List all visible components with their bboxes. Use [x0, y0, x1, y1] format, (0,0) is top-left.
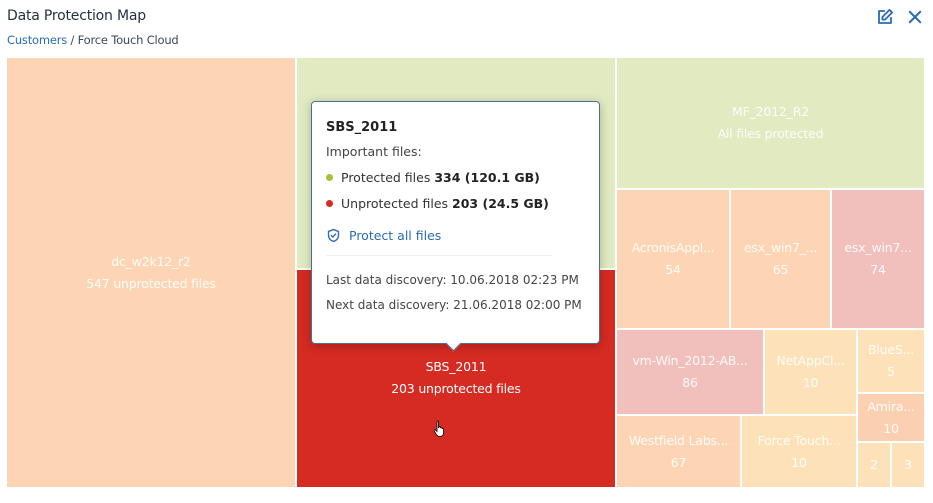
shield-check-icon — [327, 228, 340, 243]
treemap-tile[interactable]: AcronisAppl... 54 — [617, 190, 729, 328]
protected-files-row: Protected files 334 (120.1 GB) — [326, 170, 585, 185]
tile-name: NetAppCl... — [776, 353, 845, 368]
treemap-tile[interactable]: 2 — [858, 443, 890, 487]
protected-value: 334 (120.1 GB) — [434, 170, 540, 185]
unprotected-files-row: Unprotected files 203 (24.5 GB) — [326, 196, 585, 211]
tile-value: 67 — [670, 454, 687, 470]
tile-name: SBS_2011 — [425, 359, 487, 374]
breadcrumb: Customers / Force Touch Cloud — [7, 33, 179, 47]
hand-cursor-icon — [433, 420, 444, 438]
unprotected-dot-icon — [326, 200, 333, 207]
tile-name: esx_win7_... — [743, 240, 818, 255]
treemap-tile[interactable]: Westfield Labs... 67 — [617, 416, 740, 487]
protected-label: Protected files — [341, 170, 431, 185]
tile-value: 3 — [904, 457, 912, 472]
treemap-tile[interactable]: Amira... 10 — [858, 394, 924, 441]
tile-value: 10 — [802, 375, 819, 390]
tile-name: dc_w2k12_r2 — [111, 253, 191, 269]
page-title: Data Protection Map — [7, 8, 146, 24]
tile-name: Force Touch... — [757, 432, 841, 448]
tile-value: 203 unprotected files — [391, 381, 521, 396]
tile-name: Westfield Labs... — [628, 432, 729, 448]
tile-name: Amira... — [867, 398, 915, 414]
treemap-tile[interactable]: BlueS... 5 — [858, 330, 924, 392]
tile-tooltip: SBS_2011 Important files: Protected file… — [311, 101, 600, 344]
tile-value: 86 — [682, 375, 698, 390]
tile-value: 74 — [870, 262, 886, 277]
treemap-tile[interactable]: vm-Win_2012-AB... 86 — [617, 330, 763, 414]
tooltip-title: SBS_2011 — [326, 120, 398, 135]
tile-value: 5 — [887, 364, 895, 379]
tile-name: vm-Win_2012-AB... — [632, 353, 748, 368]
treemap-tile[interactable]: Force Touch... 10 — [742, 416, 856, 487]
treemap-tile[interactable]: esx_win7... 74 — [832, 190, 924, 328]
treemap-tile[interactable]: MF_2012_R2 All files protected — [617, 58, 924, 188]
protect-all-files-label: Protect all files — [349, 228, 442, 243]
last-discovery: Last data discovery: 10.06.2018 02:23 PM — [326, 273, 579, 287]
treemap-tile[interactable]: 3 — [892, 443, 924, 487]
treemap-tile[interactable]: esx_win7_... 65 — [731, 190, 830, 328]
tile-value: 2 — [870, 457, 878, 472]
close-icon — [908, 10, 922, 24]
edit-icon — [878, 8, 894, 24]
tile-value: 547 unprotected files — [86, 275, 216, 291]
tooltip-divider — [326, 255, 552, 256]
tile-name: AcronisAppl... — [631, 240, 715, 255]
tile-name: MF_2012_R2 — [732, 104, 809, 119]
unprotected-value: 203 (24.5 GB) — [452, 196, 549, 211]
breadcrumb-current: Force Touch Cloud — [77, 33, 179, 47]
protected-dot-icon — [326, 174, 333, 181]
tile-name: esx_win7... — [844, 240, 912, 255]
close-button[interactable] — [906, 8, 924, 26]
unprotected-label: Unprotected files — [341, 196, 449, 211]
tile-value: 10 — [791, 454, 807, 470]
tile-value: 65 — [772, 262, 789, 277]
edit-button[interactable] — [876, 8, 894, 26]
breadcrumb-separator: / — [67, 33, 78, 47]
breadcrumb-customers-link[interactable]: Customers — [7, 33, 67, 47]
tile-name: BlueS... — [868, 342, 914, 357]
tile-value: 54 — [665, 262, 681, 277]
next-discovery: Next data discovery: 21.06.2018 02:00 PM — [326, 298, 582, 312]
tile-value: All files protected — [717, 126, 824, 141]
protect-all-files-button[interactable]: Protect all files — [326, 228, 585, 243]
tooltip-subtitle: Important files: — [326, 144, 422, 159]
treemap-tile[interactable]: dc_w2k12_r2 547 unprotected files — [7, 58, 295, 487]
treemap-tile[interactable]: NetAppCl... 10 — [765, 330, 856, 414]
tile-value: 10 — [883, 420, 899, 436]
